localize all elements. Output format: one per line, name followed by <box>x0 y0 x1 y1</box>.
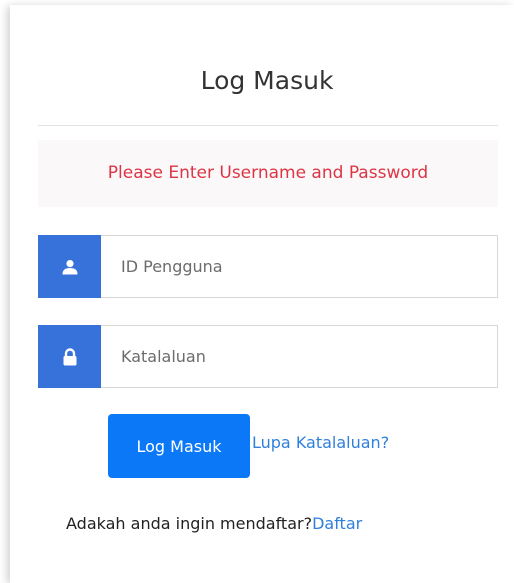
user-icon <box>38 235 101 298</box>
register-text: Adakah anda ingin mendaftar?Daftar <box>66 514 362 533</box>
page: Log Masuk Please Enter Username and Pass… <box>0 0 514 583</box>
username-group <box>38 235 498 298</box>
register-prompt: Adakah anda ingin mendaftar? <box>66 514 313 533</box>
alert-message: Please Enter Username and Password <box>38 140 498 207</box>
forgot-password-link[interactable]: Lupa Katalaluan? <box>252 433 389 452</box>
page-title: Log Masuk <box>200 66 334 95</box>
username-input[interactable] <box>101 235 498 298</box>
divider <box>38 125 498 126</box>
register-link[interactable]: Daftar <box>312 514 362 533</box>
login-button[interactable]: Log Masuk <box>108 414 250 478</box>
lock-icon <box>38 325 101 388</box>
password-input[interactable] <box>101 325 498 388</box>
password-group <box>38 325 498 388</box>
